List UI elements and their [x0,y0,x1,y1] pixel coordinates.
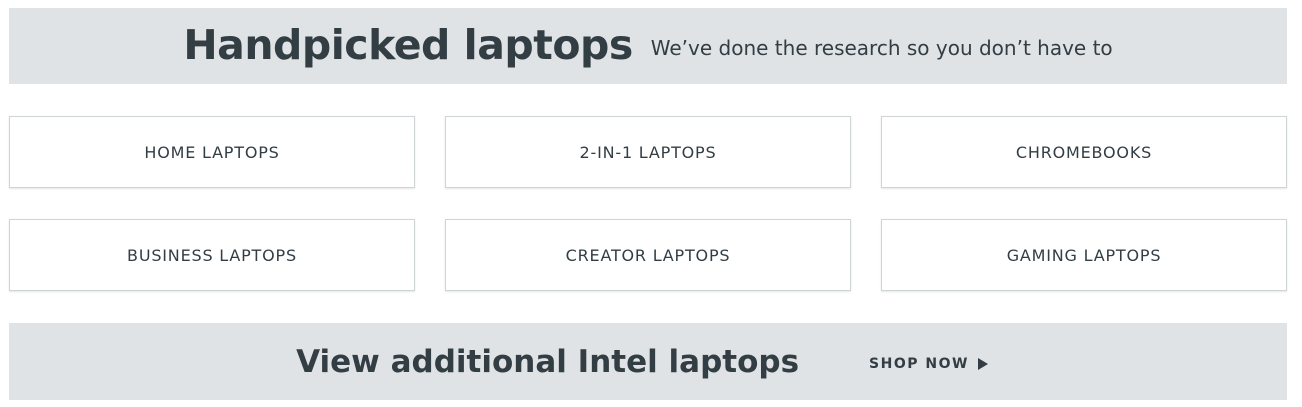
category-label: CREATOR LAPTOPS [565,245,731,265]
category-chromebooks[interactable]: CHROMEBOOKS [881,116,1287,188]
category-grid: HOME LAPTOPS 2-IN-1 LAPTOPS CHROMEBOOKS … [9,116,1288,291]
category-label: HOME LAPTOPS [144,142,280,162]
category-label: BUSINESS LAPTOPS [127,245,297,265]
footer-title: View additional Intel laptops [296,343,800,380]
category-label: 2-IN-1 LAPTOPS [579,142,717,162]
category-label: GAMING LAPTOPS [1006,245,1162,265]
footer-banner: View additional Intel laptops SHOP NOW [9,323,1287,400]
hero-title: Handpicked laptops [183,21,633,69]
shop-now-link[interactable]: SHOP NOW [869,356,988,372]
category-gaming-laptops[interactable]: GAMING LAPTOPS [881,219,1287,291]
category-creator-laptops[interactable]: CREATOR LAPTOPS [445,219,851,291]
hero-banner: Handpicked laptops We’ve done the resear… [9,8,1287,84]
hero-subtitle: We’ve done the research so you don’t hav… [650,36,1113,60]
play-icon [977,357,988,370]
shop-now-label: SHOP NOW [869,355,969,372]
category-label: CHROMEBOOKS [1015,142,1153,162]
category-business-laptops[interactable]: BUSINESS LAPTOPS [9,219,415,291]
category-2-in-1-laptops[interactable]: 2-IN-1 LAPTOPS [445,116,851,188]
category-home-laptops[interactable]: HOME LAPTOPS [9,116,415,188]
